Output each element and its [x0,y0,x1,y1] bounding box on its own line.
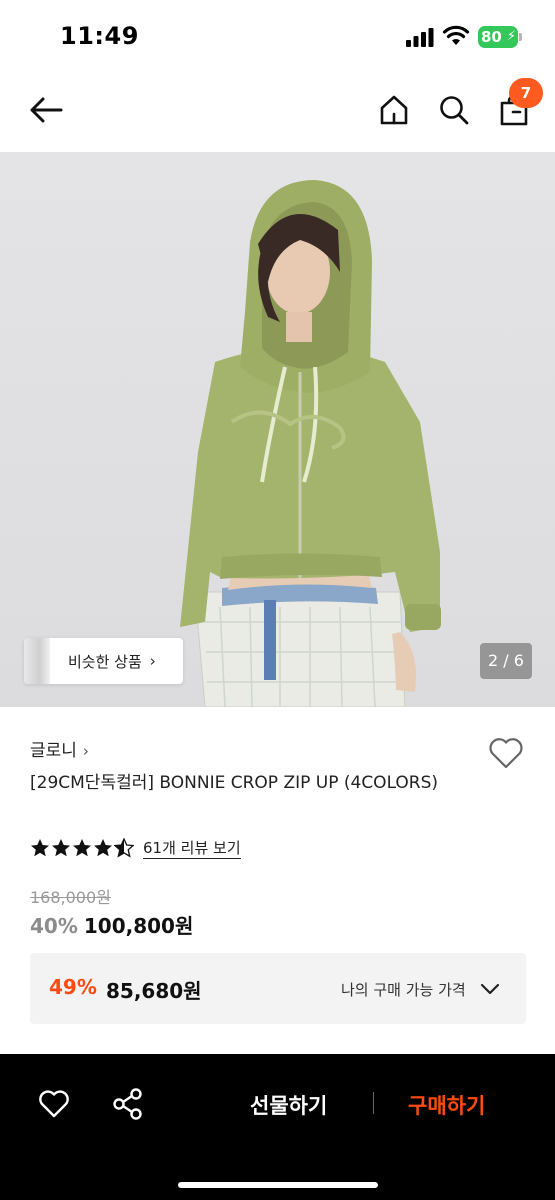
star-icon [73,839,91,857]
search-icon [440,96,469,125]
brand-name: 글로니 [30,741,77,761]
original-price: 168,000원 [30,888,111,907]
home-button[interactable] [372,88,416,132]
similar-products-button[interactable]: 비슷한 상품 › [24,638,183,684]
battery-cap [519,33,522,41]
chevron-right-icon: › [82,742,89,760]
chevron-down-icon [480,983,500,995]
wishlist-heart-button[interactable] [486,733,526,773]
status-time: 11:49 [60,22,139,50]
charging-bolt-icon: ⚡ [506,29,516,44]
brand-link[interactable]: 글로니 › [30,736,89,761]
rating-stars [30,838,135,858]
battery-level: 80 [481,28,502,46]
my-purchase-price-dropdown[interactable]: 49% 85,680원 나의 구매 가능 가격 [30,953,526,1024]
home-indicator [178,1182,378,1188]
back-button[interactable] [24,88,68,132]
star-icon [52,839,70,857]
product-title: [29CM단독컬러] BONNIE CROP ZIP UP (4COLORS) [30,773,439,793]
cart-count-badge: 7 [509,78,543,108]
cellular-signal-icon [406,28,434,47]
battery-indicator: 80 ⚡ [478,26,518,48]
discount-rate: 40% [30,914,78,938]
status-bar: 11:49 80 ⚡ [0,0,555,70]
review-link[interactable]: 61개 리뷰 보기 [143,838,241,859]
product-image-gallery[interactable]: 비슷한 상품 › 2 / 6 [0,152,555,707]
my-price-label: 나의 구매 가능 가격 [341,981,466,999]
product-photo [180,180,441,707]
star-icon [94,839,112,857]
search-button[interactable] [432,88,476,132]
my-price-value: 85,680원 [106,979,202,1003]
star-half-icon [114,838,134,858]
wifi-icon [442,25,470,45]
heart-icon[interactable] [36,1086,72,1122]
divider [373,1092,374,1114]
buy-button[interactable]: 구매하기 [408,1090,485,1120]
arrow-left-icon [30,97,63,123]
chevron-right-icon: › [149,652,156,670]
similar-product-thumbnail [24,638,50,684]
rating-row: 61개 리뷰 보기 [30,836,241,860]
sale-price: 100,800원 [83,914,194,938]
share-icon[interactable] [110,1086,146,1122]
gift-button[interactable]: 선물하기 [250,1090,327,1120]
top-nav [0,70,555,152]
bottom-action-bar: 선물하기 구매하기 [0,1054,555,1200]
my-price-discount: 49% [49,975,97,999]
price-row: 40% 100,800원 [30,910,193,939]
star-icon [31,839,49,857]
image-page-indicator: 2 / 6 [480,643,532,679]
home-icon [380,95,408,125]
similar-products-label: 비슷한 상품 [68,652,142,671]
